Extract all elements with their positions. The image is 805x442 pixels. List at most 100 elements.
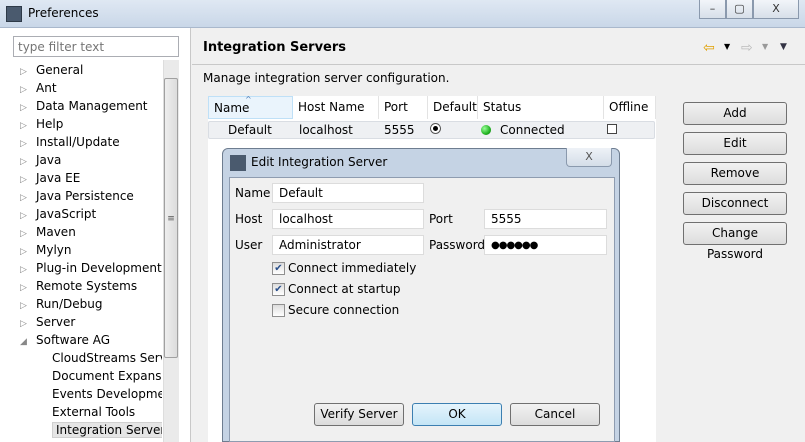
disconnect-button[interactable]: Disconnect	[683, 192, 787, 215]
offline-checkbox[interactable]	[607, 124, 617, 134]
tree-item[interactable]: CloudStreams Server	[52, 349, 162, 367]
connect-immediately-checkbox[interactable]: ✔	[272, 262, 285, 275]
port-input[interactable]: 5555	[484, 209, 607, 229]
expand-icon[interactable]: ▷	[20, 81, 36, 97]
password-input[interactable]: ●●●●●●	[484, 235, 607, 255]
tree-item-label: Server	[36, 315, 76, 329]
tree-item-label: External Tools	[52, 405, 136, 419]
tree-item[interactable]: Events Development	[52, 385, 162, 403]
back-arrow-icon[interactable]: ⇦	[703, 40, 715, 56]
column-port[interactable]: Port	[379, 96, 428, 119]
expand-icon[interactable]: ▷	[20, 243, 36, 259]
tree-item[interactable]: Integration Servers	[52, 421, 162, 439]
tree-item[interactable]: ▷ Help	[20, 115, 162, 133]
back-menu-icon[interactable]: ▼	[724, 42, 730, 51]
tree-item-label: Software AG	[36, 333, 111, 347]
tree-item[interactable]: ◢ Software AG	[20, 331, 162, 349]
forward-menu-icon[interactable]: ▼	[762, 42, 768, 51]
tree-item[interactable]: ▷ Java Persistence	[20, 187, 162, 205]
cancel-button[interactable]: Cancel	[510, 403, 600, 426]
divider	[192, 64, 805, 65]
cell-status: Connected	[500, 123, 565, 137]
collapse-icon[interactable]: ◢	[20, 333, 36, 349]
tree-item[interactable]: External Tools	[52, 403, 162, 421]
minimize-button[interactable]: –	[699, 0, 726, 19]
tree-item-label: Data Management	[36, 99, 148, 113]
tree-item[interactable]: ▷ Java	[20, 151, 162, 169]
default-radio[interactable]	[430, 123, 441, 134]
tree-item[interactable]: ▷ Mylyn	[20, 241, 162, 259]
expand-icon[interactable]: ▷	[20, 135, 36, 151]
expand-icon[interactable]: ▷	[20, 117, 36, 133]
expand-icon[interactable]: ▷	[20, 225, 36, 241]
status-connected-icon	[481, 125, 491, 135]
tree-item-label: Java Persistence	[36, 189, 134, 203]
tree-item[interactable]: ▷ General	[20, 61, 162, 79]
connect-immediately-label: Connect immediately	[288, 261, 417, 275]
scrollbar-thumb[interactable]: ≡	[164, 78, 178, 358]
expand-icon[interactable]: ▷	[20, 63, 36, 79]
tree-item[interactable]: ▷ JavaScript	[20, 205, 162, 223]
tree-item-label: Maven	[36, 225, 76, 239]
tree-item-label: CloudStreams Server	[52, 351, 162, 365]
column-default[interactable]: Default	[428, 96, 478, 119]
tree-item[interactable]: ▷ Plug-in Development	[20, 259, 162, 277]
forward-arrow-icon[interactable]: ⇨	[741, 40, 753, 56]
tree-item-label: JavaScript	[36, 207, 97, 221]
connect-startup-label: Connect at startup	[288, 282, 401, 296]
secure-connection-checkbox[interactable]	[272, 304, 285, 317]
tree-item[interactable]: ▷ Remote Systems	[20, 277, 162, 295]
expand-icon[interactable]: ▷	[20, 153, 36, 169]
tree-item-label: Mylyn	[36, 243, 72, 257]
port-label: Port	[429, 212, 453, 226]
user-label: User	[235, 238, 263, 252]
user-input[interactable]: Administrator	[272, 235, 424, 255]
maximize-button[interactable]: ▢	[726, 0, 753, 19]
remove-button[interactable]: Remove	[683, 162, 787, 185]
edit-button[interactable]: Edit	[683, 132, 787, 155]
tree-item[interactable]: ▷ Data Management	[20, 97, 162, 115]
column-host[interactable]: Host Name ...	[293, 96, 379, 137]
expand-icon[interactable]: ▷	[20, 99, 36, 115]
tree-item[interactable]: ▷ Install/Update	[20, 133, 162, 151]
title-bar: Preferences – ▢ X	[0, 0, 805, 28]
column-name[interactable]: Name ^	[208, 95, 293, 119]
connect-startup-checkbox[interactable]: ✔	[272, 283, 285, 296]
dialog-close-button[interactable]: X	[566, 148, 612, 167]
expand-icon[interactable]: ▷	[20, 261, 36, 277]
tree-item-label: Events Development	[52, 387, 162, 401]
tree-item[interactable]: ▷ Run/Debug	[20, 295, 162, 313]
expand-icon[interactable]: ▷	[20, 189, 36, 205]
expand-icon[interactable]: ▷	[20, 207, 36, 223]
column-offline[interactable]: Offline	[604, 96, 656, 119]
name-input[interactable]: Default	[272, 183, 424, 203]
cell-name: Default	[228, 123, 272, 137]
column-status[interactable]: Status	[478, 96, 604, 119]
change-password-button[interactable]: Change Password	[683, 222, 787, 261]
dialog-icon	[230, 155, 246, 171]
close-button[interactable]: X	[753, 0, 799, 19]
tree-item[interactable]: ▷ Ant	[20, 79, 162, 97]
expand-icon[interactable]: ▷	[20, 279, 36, 295]
add-button[interactable]: Add	[683, 102, 787, 125]
password-label: Password	[429, 238, 486, 252]
tree-item-label: General	[36, 63, 84, 77]
tree-item[interactable]: ▷ Maven	[20, 223, 162, 241]
tree-item-label: Run/Debug	[36, 297, 103, 311]
expand-icon[interactable]: ▷	[20, 315, 36, 331]
view-menu-icon[interactable]: ▼	[780, 42, 787, 52]
verify-server-button[interactable]: Verify Server	[314, 403, 404, 426]
tree-item-label: Plug-in Development	[36, 261, 162, 275]
host-input[interactable]: localhost	[272, 209, 424, 229]
host-label: Host	[235, 212, 263, 226]
tree-item[interactable]: Document Expansion	[52, 367, 162, 385]
ok-button[interactable]: OK	[412, 403, 502, 426]
name-label: Name	[235, 186, 271, 200]
expand-icon[interactable]: ▷	[20, 297, 36, 313]
expand-icon[interactable]: ▷	[20, 171, 36, 187]
tree-item[interactable]: ▷ Java EE	[20, 169, 162, 187]
filter-input[interactable]	[13, 36, 179, 57]
tree-item-label: Integration Servers	[52, 422, 162, 438]
tree-item-label: Java EE	[36, 171, 81, 185]
tree-item[interactable]: ▷ Server	[20, 313, 162, 331]
